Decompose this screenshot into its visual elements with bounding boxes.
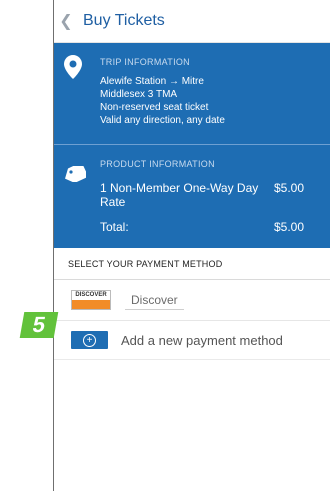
trip-zone: Middlesex 3 TMA [100, 89, 178, 100]
trip-information-section: TRIP INFORMATION Alewife Station → Mitre… [54, 43, 330, 145]
payment-method-name: Discover [125, 291, 184, 310]
trip-information-label: TRIP INFORMATION [100, 57, 190, 67]
product-item: 1 Non-Member One-Way Day Rate [100, 181, 259, 209]
payment-section-label: SELECT YOUR PAYMENT METHOD [68, 258, 223, 269]
trip-route: Alewife Station → Mitre [100, 75, 225, 88]
arrow-right-icon: → [168, 76, 179, 87]
trip-details: Alewife Station → Mitre Middlesex 3 TMA … [100, 75, 225, 127]
trip-destination: Mitre [181, 76, 204, 87]
discover-card-icon: DISCOVER [71, 290, 111, 310]
trip-origin: Alewife Station [100, 76, 167, 87]
trip-validity: Valid any direction, any date [100, 115, 225, 126]
add-payment-button[interactable]: + [71, 331, 108, 349]
total-value: $5.00 [273, 220, 304, 234]
map-pin-icon [64, 55, 82, 79]
trip-seat-type: Non-reserved seat ticket [100, 102, 209, 113]
add-payment-method-row[interactable]: + Add a new payment method [54, 321, 330, 359]
step-number-badge: 5 [19, 312, 59, 338]
product-price: $5.00 [273, 181, 304, 195]
add-payment-label: Add a new payment method [121, 332, 283, 348]
tag-icon [65, 166, 86, 182]
app-header: ❮ Buy Tickets [54, 0, 330, 43]
page-title: Buy Tickets [83, 12, 165, 29]
chevron-left-icon[interactable]: ❮ [57, 11, 75, 31]
product-information-label: PRODUCT INFORMATION [100, 159, 215, 169]
total-label: Total: [100, 220, 129, 234]
payment-section-header: SELECT YOUR PAYMENT METHOD [54, 248, 330, 280]
product-information-section: PRODUCT INFORMATION 1 Non-Member One-Way… [54, 145, 330, 248]
plus-circle-icon: + [83, 333, 96, 347]
phone-screen: ❮ Buy Tickets TRIP INFORMATION Alewife S… [53, 0, 330, 491]
payment-method-discover[interactable]: DISCOVER Discover [54, 280, 330, 321]
card-brand: DISCOVER [75, 292, 107, 298]
